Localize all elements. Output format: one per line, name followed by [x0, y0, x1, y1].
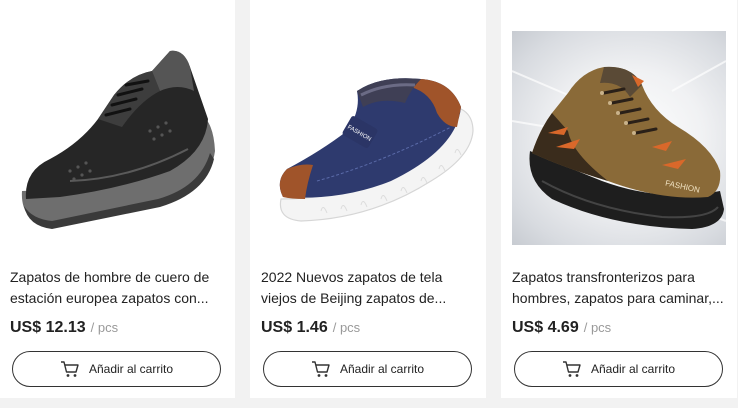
product-title-line: Zapatos transfronterizos para: [512, 269, 695, 285]
add-to-cart-button[interactable]: Añadir al carrito: [12, 351, 221, 387]
product-image[interactable]: [10, 31, 224, 245]
product-title-line: 2022 Nuevos zapatos de tela: [261, 269, 443, 285]
product-image[interactable]: FASHION: [512, 31, 726, 245]
add-to-cart-label: Añadir al carrito: [590, 362, 676, 376]
add-to-cart-button[interactable]: Añadir al carrito: [263, 351, 472, 387]
shopping-cart-icon: [311, 360, 331, 378]
product-image[interactable]: FASHION: [261, 31, 475, 245]
price-unit: / pcs: [90, 320, 119, 335]
price-unit: / pcs: [332, 320, 361, 335]
add-to-cart-label: Añadir al carrito: [88, 362, 174, 376]
product-title-line: Zapatos de hombre de cuero de: [10, 269, 210, 285]
shopping-cart-icon: [60, 360, 80, 378]
navy-fleece-slip-on-icon: FASHION: [279, 78, 474, 222]
product-card[interactable]: FASHION 2022 Nuevos zapatos de tela viej…: [250, 0, 486, 398]
price-row: US$ 1.46 / pcs: [261, 319, 360, 341]
product-card[interactable]: FASHION Zapatos transfronterizos para ho…: [501, 0, 737, 398]
product-grid: Zapatos de hombre de cuero de estación e…: [0, 0, 738, 408]
product-title-line: viejos de Beijing zapatos de...: [261, 290, 447, 306]
price-unit: / pcs: [583, 320, 612, 335]
product-price: US$ 12.13: [10, 319, 86, 336]
product-title[interactable]: Zapatos transfronterizos para hombres, z…: [512, 267, 726, 309]
black-leather-sneaker-icon: [21, 50, 215, 229]
product-price: US$ 1.46: [261, 319, 328, 336]
product-card[interactable]: Zapatos de hombre de cuero de estación e…: [0, 0, 235, 398]
product-title-line: estación europea zapatos con...: [10, 290, 209, 306]
brown-hiking-shoe-icon: FASHION: [512, 60, 726, 229]
price-row: US$ 4.69 / pcs: [512, 319, 611, 341]
shopping-cart-icon: [562, 360, 582, 378]
add-to-cart-button[interactable]: Añadir al carrito: [514, 351, 723, 387]
product-title-line: hombres, zapatos para caminar,...: [512, 290, 724, 306]
product-title[interactable]: Zapatos de hombre de cuero de estación e…: [10, 267, 224, 309]
product-title[interactable]: 2022 Nuevos zapatos de tela viejos de Be…: [261, 267, 475, 309]
product-price: US$ 4.69: [512, 319, 579, 336]
add-to-cart-label: Añadir al carrito: [339, 362, 425, 376]
price-row: US$ 12.13 / pcs: [10, 319, 118, 341]
